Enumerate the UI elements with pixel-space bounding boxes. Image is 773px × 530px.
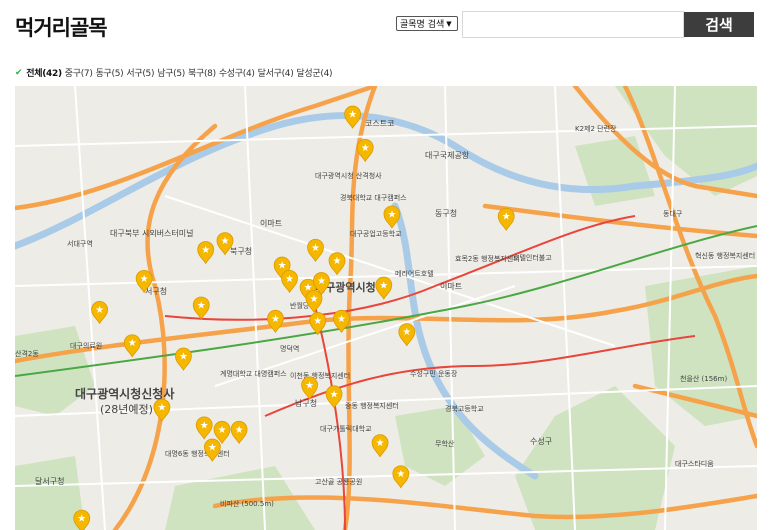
search-type-select[interactable]: 골목명 검색 ▼ [396, 16, 458, 31]
svg-text:★: ★ [379, 281, 388, 292]
map-label-kyungbuk-hs: 경북고등학교 [445, 404, 484, 413]
svg-text:★: ★ [271, 314, 280, 325]
check-icon: ✔ [15, 67, 23, 78]
filter-seo-gu[interactable]: 서구(5) [126, 66, 154, 79]
svg-text:★: ★ [313, 316, 322, 327]
map-label-bus-terminal: 대구북부 시외버스터미널 [110, 228, 194, 238]
chevron-down-icon: ▼ [446, 19, 452, 28]
svg-text:★: ★ [502, 212, 511, 223]
map-label-hyomok: 효목2동 행정복지센터 [455, 254, 520, 263]
svg-text:★: ★ [140, 274, 149, 285]
map-label-marriott: 메리어트호텔 [395, 269, 434, 278]
map-label-north-office: 대구광역시청 산격청사 [315, 171, 382, 180]
map-label-kyungpook: 경북대학교 대구캠퍼스 [340, 193, 407, 202]
map-label-goisan: 고산골 공룡공원 [315, 477, 362, 486]
map-label-city-hall-annex: 대구광역시청신청사 [75, 386, 174, 401]
map-label-daegu-arboretum: 대구의료원 [70, 341, 102, 350]
page-title: 먹거리골목 [15, 16, 108, 40]
svg-text:★: ★ [218, 425, 227, 436]
map-canvas[interactable]: 대구광역시청대구광역시청신청사(28년예정)북구청동구청서구청남구청대구광역시청… [15, 86, 757, 530]
filter-all[interactable]: 전체(42) [26, 66, 62, 79]
svg-text:★: ★ [208, 443, 217, 454]
svg-text:★: ★ [278, 261, 287, 272]
map-label-emart2: 이마트 [440, 281, 462, 291]
svg-text:★: ★ [197, 301, 206, 312]
map-label-uni: 대구가톨릭대학교 [320, 424, 372, 433]
svg-text:★: ★ [333, 256, 342, 267]
map-label-biseulsan: 비파산 (500.5m) [220, 499, 274, 508]
map-label-dongdaegu: 동대구 [663, 210, 683, 218]
map-label-dong-center: 혁신동 행정복지센터 [695, 251, 755, 260]
map-label-buk-gu: 북구청 [230, 247, 252, 256]
district-filter-bar: ✔ 전체(42) 중구(7) 동구(5) 서구(5) 남구(5) 북구(8) 수… [15, 66, 333, 80]
map-label-jeongsan: 천을산 (156m) [680, 374, 727, 383]
svg-text:★: ★ [348, 110, 357, 121]
search-input[interactable] [462, 11, 684, 38]
svg-text:★: ★ [235, 425, 244, 436]
svg-text:★: ★ [77, 514, 86, 525]
map-label-suseong-stadium: 수성구민 운동장 [410, 369, 458, 378]
search-button[interactable]: 검색 [684, 12, 754, 37]
svg-text:★: ★ [376, 438, 385, 449]
map-label-costco: 코스트코 [365, 119, 394, 128]
svg-text:★: ★ [201, 245, 210, 256]
svg-text:★: ★ [396, 469, 405, 480]
filter-dong-gu[interactable]: 동구(5) [96, 66, 124, 79]
map-label-high-school: 대구공업고등학교 [350, 229, 402, 238]
svg-text:★: ★ [337, 314, 346, 325]
search-type-label: 골목명 검색 [400, 20, 445, 30]
map-label-dalseo: 달서구청 [35, 477, 64, 486]
map-label-seo-gu: 서구청 [145, 287, 167, 296]
map-label-muhaksan: 무학산 [435, 439, 455, 448]
map-label-airport: 대구국제공항 [425, 151, 470, 160]
svg-text:★: ★ [330, 389, 339, 400]
svg-text:★: ★ [317, 276, 326, 287]
map-label-idong: 이천동 행정복지센터 [290, 371, 350, 380]
map-label-city-hall-annex-note: (28년예정) [100, 403, 153, 416]
svg-text:★: ★ [361, 143, 370, 154]
svg-text:★: ★ [200, 420, 209, 431]
map-label-suseong: 수성구 [530, 437, 552, 446]
map-label-seobu: 서대구역 [67, 239, 93, 248]
map-label-emart1: 이마트 [260, 218, 282, 228]
map-label-daegu-stadium: 대구스타디움 [675, 459, 714, 468]
filter-nam-gu[interactable]: 남구(5) [157, 66, 185, 79]
svg-text:★: ★ [157, 403, 166, 414]
filter-suseong-gu[interactable]: 수성구(4) [219, 66, 255, 79]
map-label-k2: K2제2 단련장 [575, 124, 617, 133]
svg-text:★: ★ [387, 209, 396, 220]
svg-text:★: ★ [305, 380, 314, 391]
map-view[interactable]: 대구광역시청 대구광역시청신청사 (28년예정) 북구청 동구청 서구청 남구청 대구광역시청… [15, 86, 757, 530]
filter-buk-gu[interactable]: 북구(8) [188, 66, 216, 79]
svg-text:★: ★ [95, 305, 104, 316]
filter-jung-gu[interactable]: 중구(7) [65, 66, 93, 79]
svg-text:★: ★ [128, 338, 137, 349]
map-label-myeongdeok: 명덕역 [280, 344, 299, 353]
svg-text:★: ★ [402, 327, 411, 338]
map-label-junggu-center: 중동 행정복지센터 [345, 401, 399, 410]
map-label-hotel: 호텔인터불고 [513, 253, 552, 262]
svg-text:★: ★ [311, 243, 320, 254]
filter-dalseo-gu[interactable]: 달서구(4) [258, 66, 294, 79]
map-label-nam-gu: 남구청 [295, 399, 317, 408]
svg-text:★: ★ [310, 294, 319, 305]
svg-text:★: ★ [285, 274, 294, 285]
map-label-guided: 계명대학교 대명캠퍼스 [220, 369, 287, 378]
map-label-dong-gu-station: 동구청 [435, 209, 457, 218]
svg-text:★: ★ [179, 352, 188, 363]
svg-text:★: ★ [221, 236, 230, 247]
map-label-sandae: 산격2동 [15, 349, 39, 358]
filter-dalseong-gun[interactable]: 달성군(4) [296, 66, 332, 79]
